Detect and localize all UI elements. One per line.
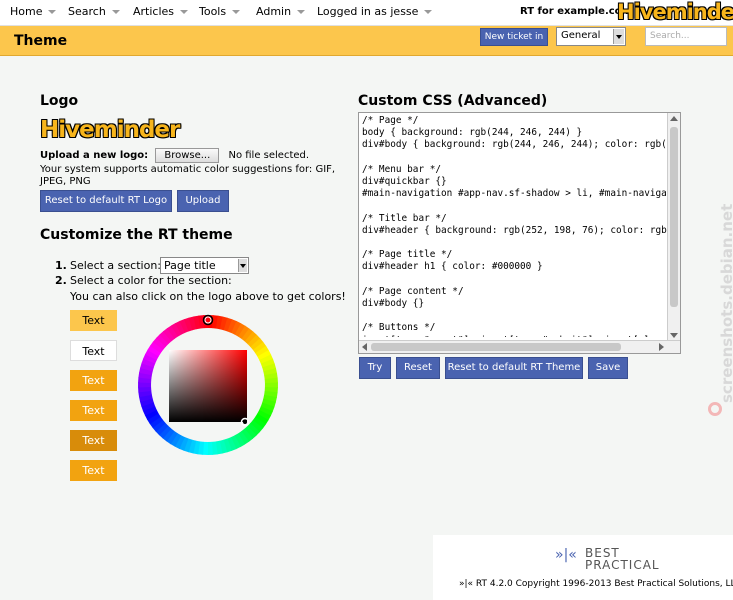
step-2-number: 2.: [55, 274, 67, 287]
css-line: [362, 237, 667, 249]
try-button[interactable]: Try: [359, 357, 391, 379]
best-practical-mark-icon: »|«: [555, 547, 577, 563]
search-input[interactable]: Search...: [645, 27, 727, 46]
color-swatch[interactable]: Text: [70, 340, 117, 361]
css-line: div#body { background: rgb(244, 246, 244…: [362, 139, 667, 151]
menu-admin-label: Admin: [256, 5, 292, 18]
color-swatch[interactable]: Text: [70, 310, 117, 331]
css-line: [362, 200, 667, 212]
css-line: /* Buttons */: [362, 322, 436, 334]
customize-heading: Customize the RT theme: [40, 227, 233, 243]
queue-select-value: General: [561, 30, 601, 41]
css-line: body { background: rgb(244, 246, 244) }: [362, 127, 583, 139]
chevron-down-icon: [238, 259, 247, 272]
custom-css-textarea[interactable]: /* Page */body { background: rgb(244, 24…: [358, 112, 681, 354]
step-1-number: 1.: [55, 259, 67, 272]
footer: »|« BEST PRACTICAL »|« RT 4.2.0 Copyrigh…: [433, 535, 733, 600]
save-button[interactable]: Save: [588, 357, 628, 379]
vertical-scrollbar[interactable]: [667, 113, 680, 341]
scroll-thumb[interactable]: [670, 127, 678, 307]
upload-label: Upload a new logo:: [40, 150, 149, 161]
step-2-hint: You can also click on the logo above to …: [70, 290, 346, 303]
reset-button[interactable]: Reset: [396, 357, 440, 379]
scroll-thumb[interactable]: [371, 343, 621, 351]
scroll-up-icon[interactable]: [670, 116, 678, 121]
color-wheel[interactable]: [136, 313, 280, 457]
scroll-down-icon[interactable]: [670, 333, 678, 338]
css-line: /* Menu bar */: [362, 163, 442, 175]
brand-line-2: PRACTICAL: [585, 558, 660, 572]
copyright: »|« RT 4.2.0 Copyright 1996-2013 Best Pr…: [459, 579, 733, 589]
css-line: [362, 310, 667, 322]
chevron-down-icon: [48, 10, 57, 14]
support-text: Your system supports automatic color sug…: [40, 164, 336, 187]
color-swatch[interactable]: Text: [70, 430, 117, 451]
section-select-value: Page title: [164, 259, 216, 272]
scroll-left-icon[interactable]: [362, 343, 367, 351]
css-line: /* Page */: [362, 115, 419, 126]
chevron-down-icon: [424, 10, 433, 14]
horizontal-scrollbar[interactable]: [359, 340, 680, 353]
menu-tools-label: Tools: [199, 5, 227, 18]
chevron-down-icon: [297, 10, 306, 14]
chevron-down-icon: [111, 10, 120, 14]
css-line: [362, 274, 667, 286]
watermark-text: screenshots.debian.net: [718, 203, 733, 403]
upload-button[interactable]: Upload: [177, 190, 229, 212]
top-menu-bar: Home Search Articles Tools Admin Logged …: [0, 0, 733, 26]
brand-logo[interactable]: Hiveminder: [617, 0, 733, 24]
menu-logged-in[interactable]: Logged in as jesse: [317, 5, 433, 21]
logged-in-label: Logged in as jesse: [317, 5, 419, 18]
css-line: div#header { background: rgb(252, 198, 7…: [362, 224, 667, 236]
upload-row: Upload a new logo: Browse... No file sel…: [40, 148, 309, 163]
color-swatch[interactable]: Text: [70, 400, 117, 421]
css-line: /* Page title */: [362, 249, 453, 261]
css-line: input[type="reset"], input[type="submit"…: [362, 335, 667, 337]
page-title: Theme: [14, 33, 68, 49]
browse-button[interactable]: Browse...: [155, 148, 220, 163]
menu-home[interactable]: Home: [10, 5, 57, 21]
chevron-down-icon: [180, 10, 189, 14]
chevron-down-icon: [232, 10, 241, 14]
css-line: #main-navigation #app-nav.sf-shadow > li…: [362, 188, 667, 200]
queue-select[interactable]: General: [556, 27, 626, 46]
menu-tools[interactable]: Tools: [199, 5, 241, 21]
menu-admin[interactable]: Admin: [256, 5, 306, 21]
css-line: div#header h1 { color: #000000 }: [362, 261, 543, 273]
custom-css-text: /* Page */body { background: rgb(244, 24…: [362, 115, 667, 337]
color-swatch[interactable]: Text: [70, 460, 117, 481]
chevron-down-icon: [613, 29, 624, 44]
watermark-icon: [708, 402, 722, 416]
custom-css-heading: Custom CSS (Advanced): [358, 93, 548, 109]
reset-logo-button[interactable]: Reset to default RT Logo: [40, 190, 172, 212]
css-line: [362, 152, 667, 164]
step-1-label: Select a section:: [70, 259, 161, 272]
css-line: /* Page content */: [362, 285, 464, 297]
css-line: div#body {}: [362, 298, 425, 310]
scroll-right-icon[interactable]: [659, 343, 664, 351]
logo-preview[interactable]: Hiveminder: [40, 117, 180, 143]
hue-segment[interactable]: [207, 441, 213, 455]
menu-articles[interactable]: Articles: [133, 5, 189, 21]
best-practical-logo[interactable]: »|« BEST PRACTICAL: [555, 547, 660, 572]
color-marker-dot: [243, 420, 247, 424]
menu-search-label: Search: [68, 5, 106, 18]
logo-heading: Logo: [40, 93, 79, 109]
reset-theme-button[interactable]: Reset to default RT Theme: [445, 357, 583, 379]
saturation-shade: [169, 350, 247, 422]
step-2-label: Select a color for the section:: [70, 274, 232, 287]
new-ticket-button[interactable]: New ticket in: [480, 28, 548, 46]
css-line: /* Title bar */: [362, 212, 447, 224]
menu-search[interactable]: Search: [68, 5, 120, 21]
menu-articles-label: Articles: [133, 5, 175, 18]
no-file-label: No file selected.: [228, 150, 310, 161]
site-name: RT for example.com: [520, 6, 632, 17]
css-line: div#quickbar {}: [362, 176, 447, 188]
section-select[interactable]: Page title: [160, 257, 249, 274]
menu-home-label: Home: [10, 5, 43, 18]
color-swatch[interactable]: Text: [70, 370, 117, 391]
